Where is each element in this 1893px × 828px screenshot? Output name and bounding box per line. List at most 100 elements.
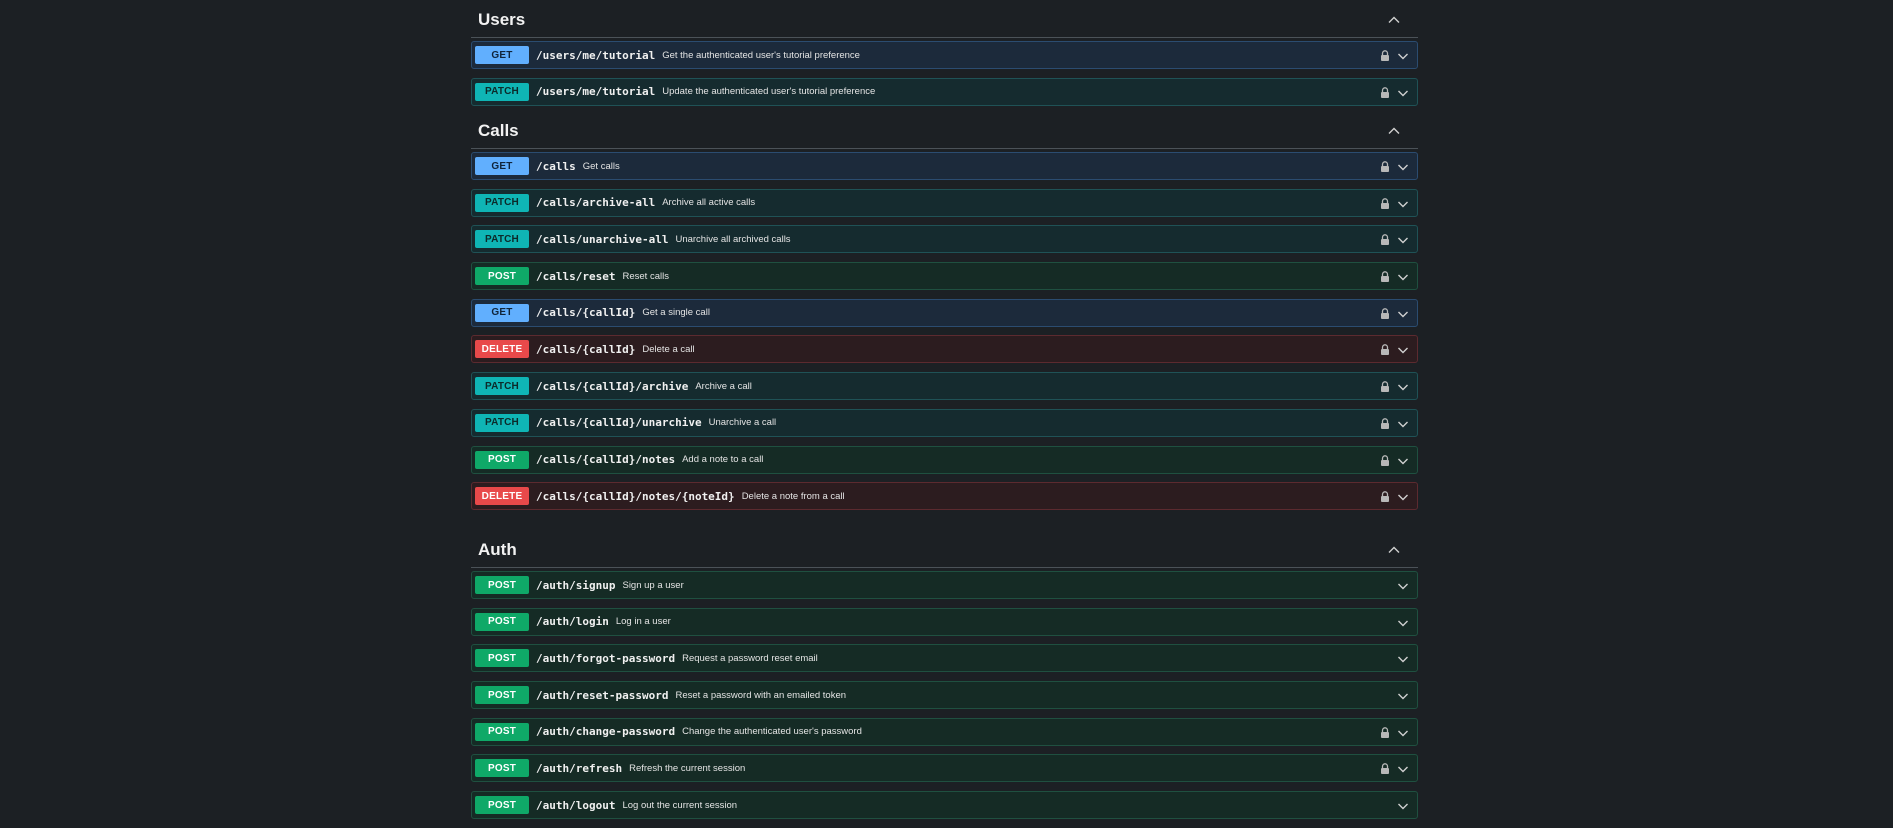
- lock-icon[interactable]: [1380, 86, 1390, 98]
- lock-icon[interactable]: [1380, 763, 1390, 775]
- chevron-down-icon[interactable]: [1397, 491, 1409, 503]
- lock-icon[interactable]: [1380, 271, 1390, 283]
- lock-icon[interactable]: [1380, 197, 1390, 209]
- operation-description: Unarchive a call: [708, 417, 777, 429]
- method-badge: POST: [475, 450, 529, 469]
- operation-row[interactable]: PATCH /calls/archive-all Archive all act…: [471, 188, 1418, 217]
- chevron-down-icon[interactable]: [1397, 455, 1409, 467]
- section-header[interactable]: Users: [471, 0, 1418, 38]
- chevron-down-icon[interactable]: [1397, 50, 1409, 62]
- chevron-down-icon[interactable]: [1397, 271, 1409, 283]
- section-title: Calls: [478, 121, 519, 140]
- operations-list: GET /calls Get calls PATCH /calls/archiv…: [471, 149, 1418, 511]
- operation-row[interactable]: POST /auth/logout Log out the current se…: [471, 791, 1418, 820]
- operation-path: /calls: [536, 159, 576, 173]
- chevron-down-icon[interactable]: [1397, 161, 1409, 173]
- chevron-down-icon[interactable]: [1397, 763, 1409, 775]
- section-title: Auth: [478, 540, 517, 559]
- lock-icon[interactable]: [1380, 381, 1390, 393]
- chevron-down-icon[interactable]: [1397, 617, 1409, 629]
- operation-description: Get calls: [582, 160, 620, 172]
- operation-row[interactable]: POST /auth/signup Sign up a user: [471, 571, 1418, 599]
- lock-icon[interactable]: [1380, 491, 1390, 503]
- chevron-down-icon[interactable]: [1397, 234, 1409, 246]
- operation-row[interactable]: GET /users/me/tutorial Get the authentic…: [471, 41, 1418, 69]
- method-badge: PATCH: [475, 82, 529, 101]
- chevron-down-icon[interactable]: [1397, 381, 1409, 393]
- operation-description: Archive all active calls: [662, 197, 756, 209]
- operation-row[interactable]: DELETE /calls/{callId} Delete a call: [471, 335, 1418, 364]
- method-badge: POST: [475, 759, 529, 778]
- operation-row[interactable]: DELETE /calls/{callId}/notes/{noteId} De…: [471, 482, 1418, 511]
- operation-row[interactable]: POST /auth/login Log in a user: [471, 607, 1418, 636]
- method-badge: POST: [475, 686, 529, 705]
- operation-path: /calls/{callId}/notes: [536, 453, 676, 466]
- chevron-up-icon[interactable]: [1386, 12, 1402, 28]
- method-badge: PATCH: [475, 230, 529, 249]
- operation-row[interactable]: GET /calls/{callId} Get a single call: [471, 298, 1418, 327]
- chevron-down-icon[interactable]: [1397, 800, 1409, 812]
- operation-row[interactable]: POST /auth/refresh Refresh the current s…: [471, 754, 1418, 783]
- chevron-down-icon[interactable]: [1397, 653, 1409, 665]
- operation-description: Add a note to a call: [682, 454, 764, 465]
- operation-row[interactable]: GET /calls Get calls: [471, 152, 1418, 180]
- operation-row[interactable]: PATCH /calls/{callId}/archive Archive a …: [471, 372, 1418, 401]
- operation-description: Delete a call: [642, 343, 695, 355]
- operation-description: Log in a user: [615, 616, 671, 628]
- section-header[interactable]: Calls: [471, 111, 1418, 149]
- chevron-down-icon[interactable]: [1397, 580, 1409, 592]
- operation-description: Request a password reset email: [682, 652, 818, 664]
- operation-row[interactable]: PATCH /users/me/tutorial Update the auth…: [471, 77, 1418, 106]
- chevron-down-icon[interactable]: [1397, 727, 1409, 739]
- operation-description: Unarchive all archived calls: [675, 233, 791, 245]
- chevron-down-icon[interactable]: [1397, 344, 1409, 356]
- method-badge: PATCH: [475, 413, 529, 432]
- lock-icon[interactable]: [1380, 344, 1390, 356]
- operation-row[interactable]: POST /auth/reset-password Reset a passwo…: [471, 681, 1418, 710]
- lock-icon[interactable]: [1380, 726, 1390, 738]
- section-title: Users: [478, 10, 526, 29]
- operation-path: /auth/logout: [536, 798, 616, 812]
- chevron-down-icon[interactable]: [1397, 690, 1409, 702]
- operation-path: /auth/refresh: [536, 761, 623, 775]
- method-badge: GET: [475, 303, 529, 322]
- operation-path: /calls/{callId}: [536, 342, 636, 356]
- chevron-up-icon[interactable]: [1386, 542, 1402, 558]
- lock-icon[interactable]: [1380, 307, 1390, 319]
- operation-description: Delete a note from a call: [741, 490, 845, 502]
- section-auth: Auth POST /auth/signup Sign up a user PO…: [471, 530, 1418, 828]
- method-badge: POST: [475, 649, 529, 668]
- operation-path: /calls/{callId}: [536, 306, 636, 320]
- operation-path: /calls/{callId}/unarchive: [536, 416, 702, 430]
- operation-path: /auth/forgot-password: [536, 651, 676, 665]
- chevron-up-icon[interactable]: [1386, 123, 1402, 139]
- method-badge: PATCH: [475, 193, 529, 212]
- chevron-down-icon[interactable]: [1397, 87, 1409, 99]
- operation-path: /calls/archive-all: [536, 196, 656, 210]
- operation-row[interactable]: POST /auth/change-password Change the au…: [471, 717, 1418, 746]
- lock-icon[interactable]: [1380, 234, 1390, 246]
- operation-path: /calls/{callId}/notes/{noteId}: [536, 489, 735, 503]
- operation-row[interactable]: PATCH /calls/{callId}/unarchive Unarchiv…: [471, 408, 1418, 437]
- operation-description: Archive a call: [695, 380, 752, 392]
- lock-icon[interactable]: [1380, 161, 1390, 172]
- operations-list: GET /users/me/tutorial Get the authentic…: [471, 38, 1418, 106]
- chevron-down-icon[interactable]: [1397, 308, 1409, 320]
- operation-path: /calls/unarchive-all: [536, 232, 669, 246]
- operation-row[interactable]: PATCH /calls/unarchive-all Unarchive all…: [471, 225, 1418, 254]
- method-badge: GET: [475, 157, 529, 175]
- lock-icon[interactable]: [1380, 50, 1390, 61]
- lock-icon[interactable]: [1380, 417, 1390, 429]
- method-badge: POST: [475, 722, 529, 741]
- lock-icon[interactable]: [1380, 454, 1390, 466]
- operation-row[interactable]: POST /calls/reset Reset calls: [471, 262, 1418, 291]
- section-header[interactable]: Auth: [471, 530, 1418, 568]
- operation-row[interactable]: POST /calls/{callId}/notes Add a note to…: [471, 445, 1418, 474]
- operation-path: /users/me/tutorial: [536, 85, 656, 99]
- chevron-down-icon[interactable]: [1397, 418, 1409, 430]
- operation-description: Sign up a user: [622, 579, 684, 591]
- method-badge: POST: [475, 576, 529, 594]
- chevron-down-icon[interactable]: [1397, 198, 1409, 210]
- operation-row[interactable]: POST /auth/forgot-password Request a pas…: [471, 644, 1418, 673]
- section-calls: Calls GET /calls Get calls PATCH /calls/…: [471, 111, 1418, 519]
